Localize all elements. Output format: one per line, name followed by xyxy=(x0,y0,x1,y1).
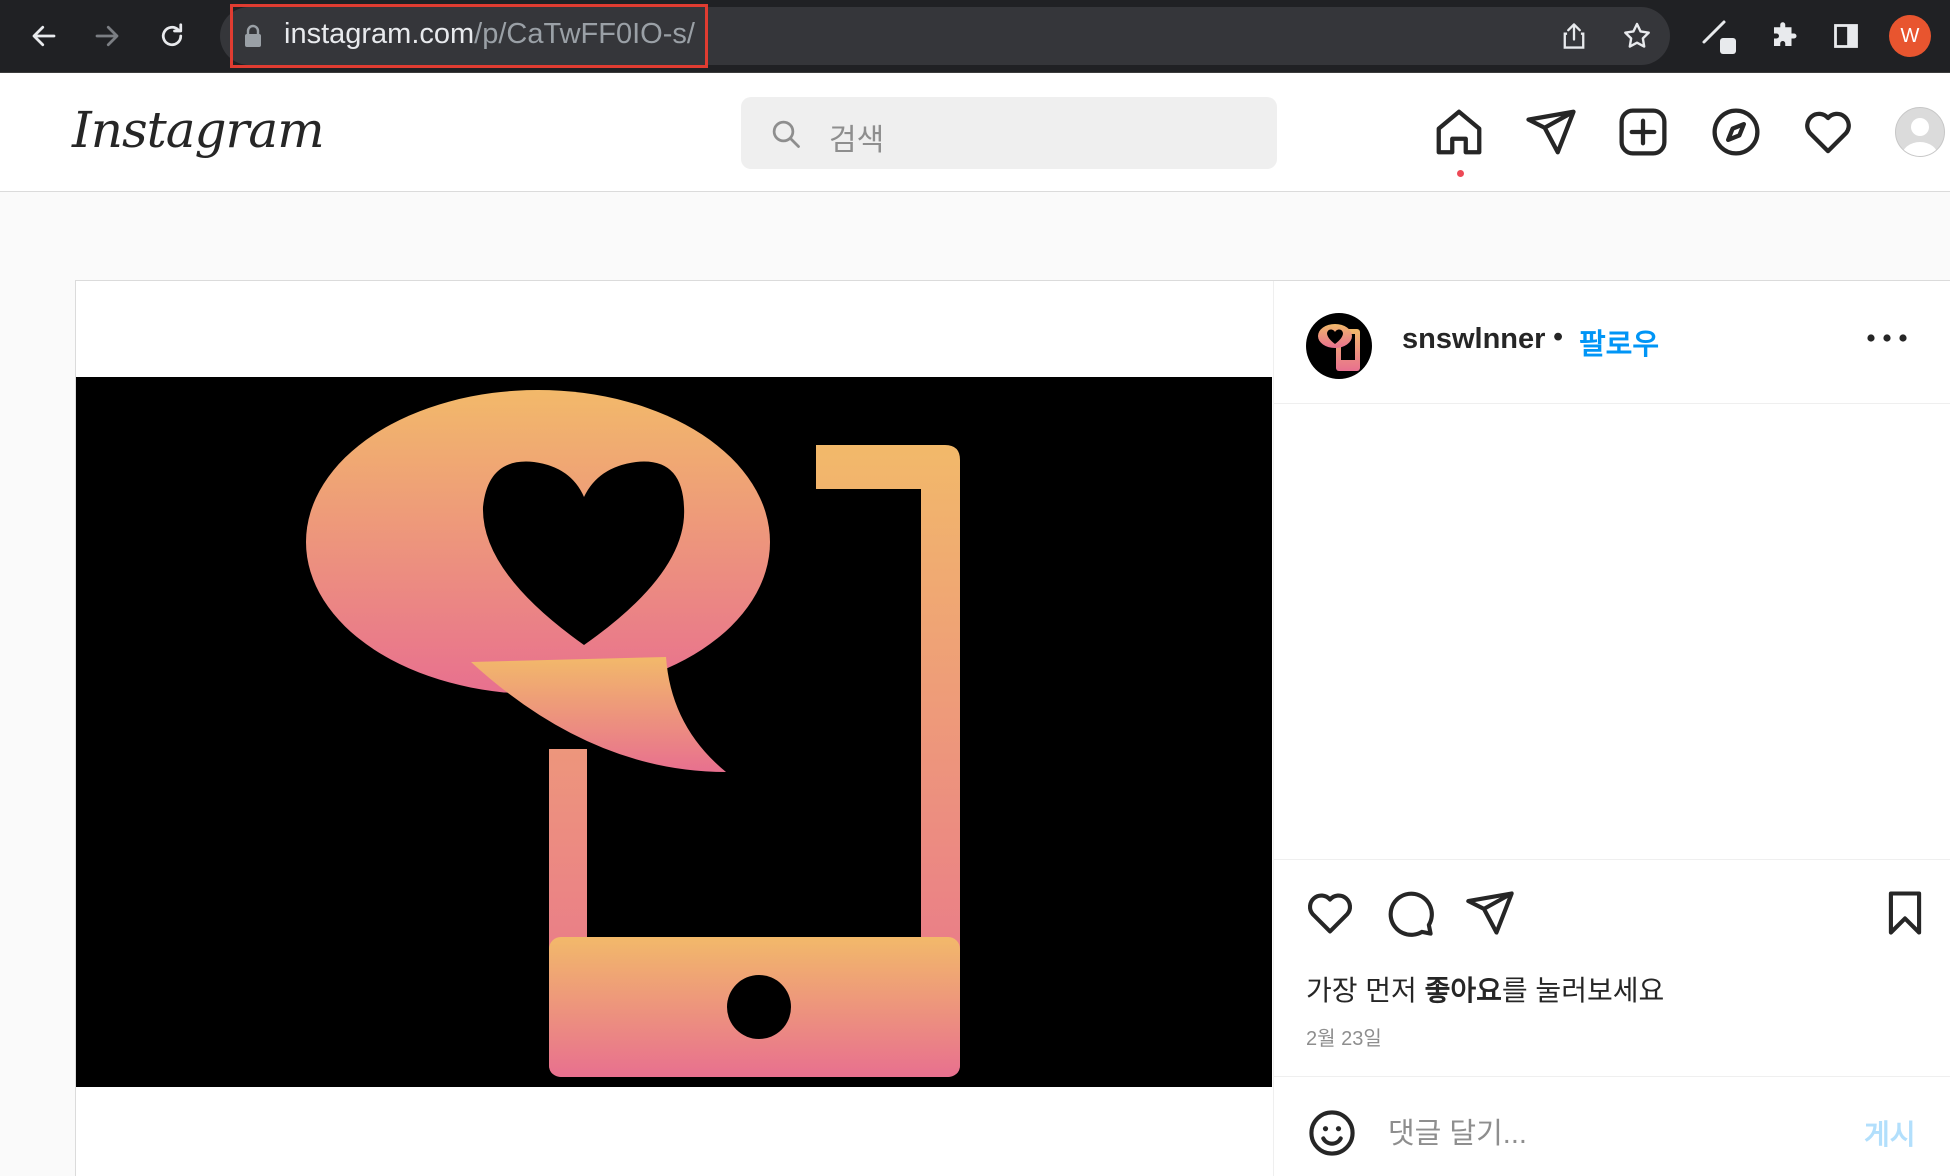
header-divider xyxy=(1274,403,1950,404)
post-card: snswlnner • 팔로우 가장 먼저 좋아요를 눌러보세요 2월 23일 … xyxy=(75,280,1950,1176)
post-image[interactable] xyxy=(76,377,1272,1087)
home-icon xyxy=(1436,109,1482,155)
bookmark-icon xyxy=(1888,891,1922,935)
instagram-logo[interactable]: Instagram xyxy=(72,101,325,159)
more-horizontal-icon xyxy=(1867,334,1907,342)
post-date[interactable]: 2월 23일 xyxy=(1306,1022,1382,1051)
comments-divider xyxy=(1274,859,1950,860)
nav-create[interactable] xyxy=(1616,105,1670,159)
profile-avatar-button[interactable]: W xyxy=(1889,15,1931,57)
share-post-button[interactable] xyxy=(1464,887,1516,939)
nav-profile-avatar[interactable] xyxy=(1895,107,1945,157)
comment-input[interactable] xyxy=(1386,1107,1830,1161)
puzzle-icon xyxy=(1774,22,1797,46)
paper-plane-icon xyxy=(1466,891,1514,935)
url-highlight-box xyxy=(230,4,708,68)
paper-plane-icon xyxy=(1526,109,1576,155)
extensions-button[interactable] xyxy=(1762,14,1806,58)
nav-direct[interactable] xyxy=(1524,105,1578,159)
likes-link[interactable]: 좋아요 xyxy=(1425,975,1502,1006)
search-placeholder: 검색 xyxy=(829,124,885,157)
reload-icon xyxy=(161,23,183,47)
side-panel-icon xyxy=(1834,24,1858,48)
share-button[interactable] xyxy=(1552,14,1596,58)
forward-button[interactable] xyxy=(85,14,129,58)
search-box[interactable]: 검색 xyxy=(741,97,1277,169)
plus-square-icon xyxy=(1619,108,1667,156)
chat-phone-heart-logo xyxy=(306,390,960,1077)
likes-suffix: 를 눌러보세요 xyxy=(1501,975,1665,1006)
bookmark-star-button[interactable] xyxy=(1615,14,1659,58)
search-icon xyxy=(772,120,800,148)
actions-divider xyxy=(1274,1076,1950,1077)
home-active-dot xyxy=(1457,170,1464,177)
author-avatar[interactable] xyxy=(1306,313,1372,379)
instagram-header: Instagram 검색 xyxy=(0,73,1950,192)
side-panel-button[interactable] xyxy=(1824,14,1868,58)
arrow-right-icon xyxy=(95,25,119,47)
heart-outline-icon xyxy=(1307,893,1353,934)
header-separator-dot: • xyxy=(1553,321,1564,353)
like-button[interactable] xyxy=(1304,887,1356,939)
nav-activity[interactable] xyxy=(1801,105,1855,159)
pen-extension-button[interactable] xyxy=(1698,14,1742,58)
author-avatar-logo xyxy=(1318,324,1360,371)
author-username[interactable]: snswlnner xyxy=(1402,323,1545,356)
likes-text: 가장 먼저 좋아요를 눌러보세요 xyxy=(1306,969,1664,1009)
post-comment-button[interactable]: 게시 xyxy=(1864,1113,1916,1153)
reload-button[interactable] xyxy=(150,14,194,58)
back-button[interactable] xyxy=(22,14,66,58)
post-side-panel: snswlnner • 팔로우 가장 먼저 좋아요를 눌러보세요 2월 23일 … xyxy=(1273,281,1950,1176)
browser-toolbar: instagram.com/p/CaTwFF0IO-s/ W xyxy=(0,0,1950,73)
comment-button[interactable] xyxy=(1384,887,1436,939)
user-silhouette-icon xyxy=(1902,118,1938,156)
star-icon xyxy=(1624,22,1650,48)
nav-home[interactable] xyxy=(1432,105,1486,159)
compass-icon xyxy=(1712,108,1760,156)
emoji-button[interactable] xyxy=(1306,1107,1358,1159)
more-options-button[interactable] xyxy=(1864,331,1910,345)
heart-icon xyxy=(1805,111,1851,154)
pen-icon xyxy=(1702,20,1736,54)
profile-initial: W xyxy=(1900,24,1920,47)
save-post-button[interactable] xyxy=(1879,887,1931,939)
nav-explore[interactable] xyxy=(1709,105,1763,159)
follow-button[interactable]: 팔로우 xyxy=(1579,321,1659,363)
arrow-left-icon xyxy=(32,25,56,47)
comment-bubble-icon xyxy=(1388,891,1434,937)
share-icon xyxy=(1563,23,1585,49)
smiley-icon xyxy=(1309,1110,1355,1156)
likes-prefix: 가장 먼저 xyxy=(1306,975,1425,1006)
